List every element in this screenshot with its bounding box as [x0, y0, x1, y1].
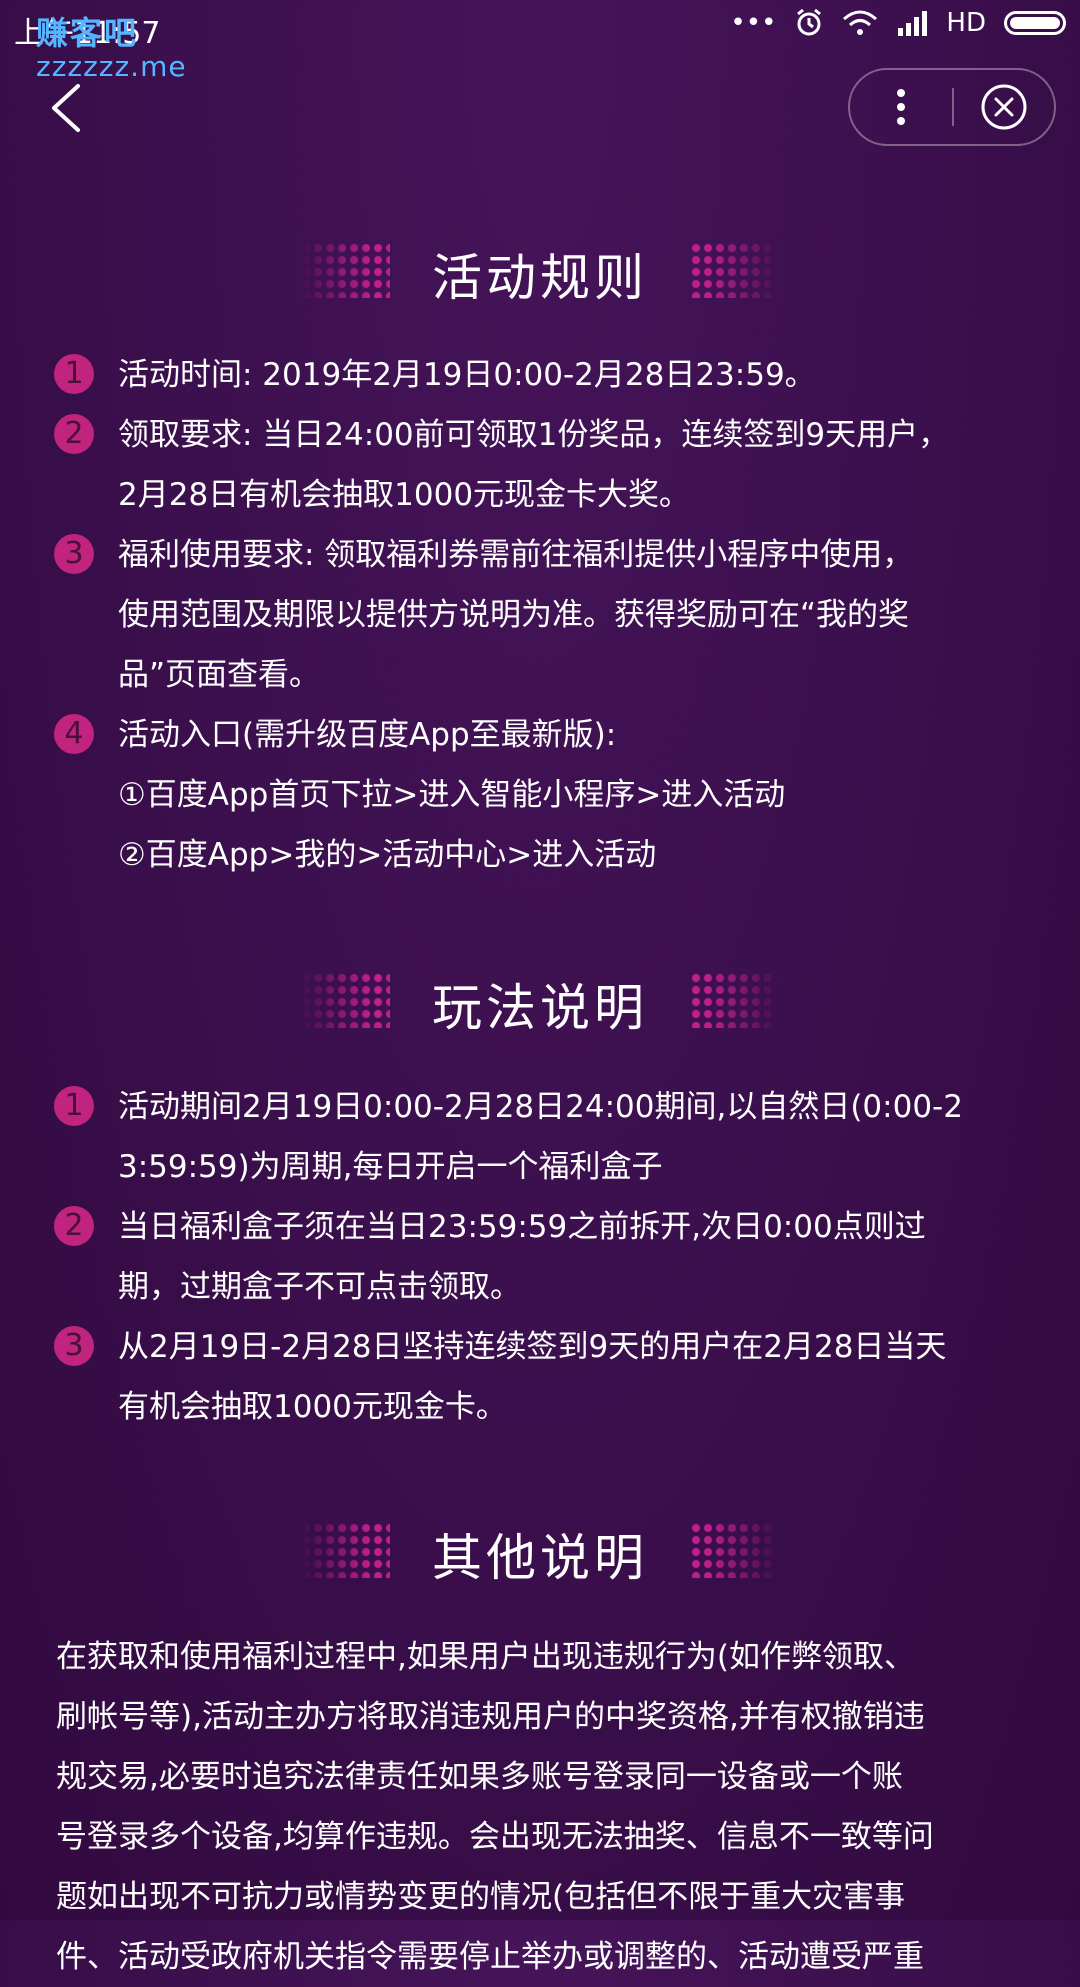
more-notifications-icon: ••• — [730, 8, 777, 38]
rule-number-badge: 3 — [54, 1326, 94, 1366]
section-title-gameplay: 玩法说明 — [432, 979, 648, 1037]
rule-text: 从2月19日-2月28日坚持连续签到9天的用户在2月28日当天 有机会抽取100… — [118, 1317, 1034, 1437]
rule-text: 活动期间2月19日0:00-2月28日24:00期间,以自然日(0:00-2 3… — [118, 1077, 1034, 1197]
rule-item-1: 1 活动时间: 2019年2月19日0:00-2月28日23:59。 — [54, 345, 1034, 405]
rule-line: 期，过期盒子不可点击领取。 — [118, 1269, 521, 1305]
close-button[interactable] — [954, 70, 1054, 144]
paragraph-line: 件、活动受政府机关指令需要停止举办或调整的、活动遭受严重 — [56, 1939, 924, 1975]
gameplay-item-3: 3 从2月19日-2月28日坚持连续签到9天的用户在2月28日当天 有机会抽取1… — [54, 1317, 1034, 1437]
rule-number-badge: 4 — [54, 714, 94, 754]
paragraph-line: 号登录多个设备,均算作违规。会出现无法抽奖、信息不一致等问 — [56, 1819, 934, 1855]
rule-text: 领取要求: 当日24:00前可领取1份奖品，连续签到9天用户， 2月28日有机会… — [118, 405, 1034, 525]
rule-line: 使用范围及期限以提供方说明为准。获得奖励可在“我的奖 — [118, 597, 910, 633]
gameplay-item-1: 1 活动期间2月19日0:00-2月28日24:00期间,以自然日(0:00-2… — [54, 1077, 1034, 1197]
rule-line: 有机会抽取1000元现金卡。 — [118, 1389, 507, 1425]
more-vertical-icon — [897, 89, 905, 125]
section-title-other: 其他说明 — [432, 1529, 648, 1587]
rule-line: 活动入口(需升级百度App至最新版): — [118, 717, 617, 753]
status-icons: ••• HD — [730, 8, 1066, 38]
battery-icon — [1004, 11, 1066, 35]
gameplay-item-2: 2 当日福利盒子须在当日23:59:59之前拆开,次日0:00点则过 期，过期盒… — [54, 1197, 1034, 1317]
rule-line: 2月28日有机会抽取1000元现金卡大奖。 — [118, 477, 691, 513]
decor-dots-right — [690, 242, 780, 298]
close-circle-icon — [981, 84, 1027, 130]
rule-item-4: 4 活动入口(需升级百度App至最新版): ①百度App首页下拉>进入智能小程序… — [54, 705, 1034, 885]
paragraph-line: 规交易,必要时追究法律责任如果多账号登录同一设备或一个账 — [56, 1759, 903, 1795]
rule-line: 3:59:59)为周期,每日开启一个福利盒子 — [118, 1149, 663, 1185]
watermark-title: 赚客吧 — [36, 14, 139, 52]
back-button[interactable] — [40, 78, 96, 138]
rule-entry-2: ②百度App>我的>活动中心>进入活动 — [118, 837, 657, 873]
paragraph-line: 在获取和使用福利过程中,如果用户出现违规行为(如作弊领取、 — [56, 1639, 915, 1675]
signal-icon — [898, 11, 928, 36]
rule-text: 福利使用要求: 领取福利券需前往福利提供小程序中使用， 使用范围及期限以提供方说… — [118, 525, 1034, 705]
decor-dots-right — [690, 1522, 780, 1578]
rule-number-badge: 1 — [54, 1086, 94, 1126]
mini-program-capsule — [848, 68, 1056, 146]
rule-number-badge: 1 — [54, 354, 94, 394]
rule-line: 领取要求: 当日24:00前可领取1份奖品，连续签到9天用户， — [118, 417, 950, 453]
other-paragraph: 在获取和使用福利过程中,如果用户出现违规行为(如作弊领取、 刷帐号等),活动主办… — [56, 1627, 1032, 1987]
rule-entry-1: ①百度App首页下拉>进入智能小程序>进入活动 — [118, 777, 786, 813]
rule-line: 活动时间: 2019年2月19日0:00-2月28日23:59。 — [118, 357, 816, 393]
rule-text: 活动时间: 2019年2月19日0:00-2月28日23:59。 — [118, 345, 1034, 405]
rule-number-badge: 2 — [54, 414, 94, 454]
decor-dots-right — [690, 972, 780, 1028]
network-type: HD — [946, 8, 986, 38]
rule-text: 活动入口(需升级百度App至最新版): ①百度App首页下拉>进入智能小程序>进… — [118, 705, 1034, 885]
section-title-rules: 活动规则 — [432, 249, 648, 307]
rule-item-3: 3 福利使用要求: 领取福利券需前往福利提供小程序中使用， 使用范围及期限以提供… — [54, 525, 1034, 705]
rule-line: 从2月19日-2月28日坚持连续签到9天的用户在2月28日当天 — [118, 1329, 947, 1365]
wifi-icon — [843, 10, 878, 35]
more-button[interactable] — [850, 70, 952, 144]
paragraph-line: 刷帐号等),活动主办方将取消违规用户的中奖资格,并有权撤销违 — [56, 1699, 925, 1735]
rule-line: 品”页面查看。 — [118, 657, 321, 693]
chevron-left-icon — [52, 84, 80, 132]
watermark: 赚客吧 zzzzzz.me — [36, 8, 187, 83]
rule-number-badge: 3 — [54, 534, 94, 574]
rule-text: 当日福利盒子须在当日23:59:59之前拆开,次日0:00点则过 期，过期盒子不… — [118, 1197, 1034, 1317]
rule-item-2: 2 领取要求: 当日24:00前可领取1份奖品，连续签到9天用户， 2月28日有… — [54, 405, 1034, 525]
rule-line: 当日福利盒子须在当日23:59:59之前拆开,次日0:00点则过 — [118, 1209, 926, 1245]
paragraph-line: 题如出现不可抗力或情势变更的情况(包括但不限于重大灾害事 — [56, 1879, 906, 1915]
alarm-icon — [797, 8, 822, 36]
rule-number-badge: 2 — [54, 1206, 94, 1246]
rule-line: 福利使用要求: 领取福利券需前往福利提供小程序中使用， — [118, 537, 914, 573]
status-bar: 上午11:57 赚客吧 zzzzzz.me ••• HD — [0, 0, 1080, 83]
rule-line: 活动期间2月19日0:00-2月28日24:00期间,以自然日(0:00-2 — [118, 1089, 963, 1125]
